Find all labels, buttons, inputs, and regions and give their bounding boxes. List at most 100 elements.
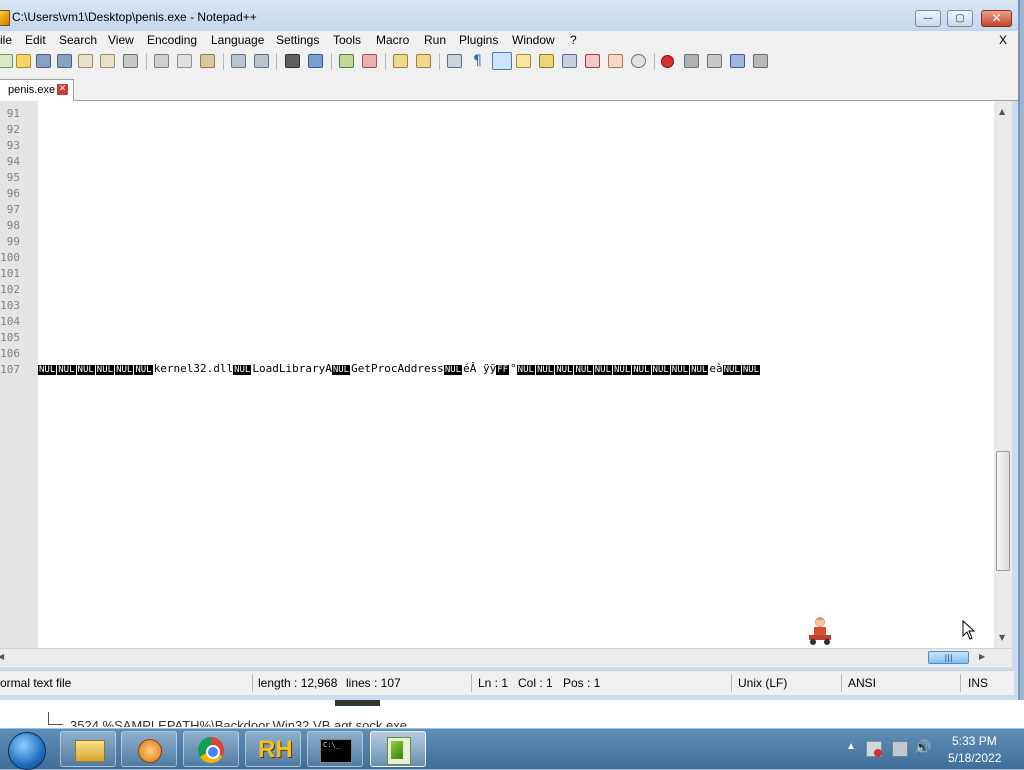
redo-icon[interactable]	[254, 54, 269, 68]
menu-macro[interactable]: Macro	[376, 33, 409, 47]
function-list-icon[interactable]	[539, 54, 554, 68]
status-pos: Pos : 1	[563, 676, 601, 690]
vertical-scrollbar[interactable]: ▲ ▼	[994, 101, 1012, 648]
menu-window[interactable]: Window	[512, 33, 555, 47]
eye-icon[interactable]	[631, 54, 646, 68]
volume-icon[interactable]: 🔊	[914, 739, 931, 756]
text-editor[interactable]: NUL NUL NUL NUL NUL NUL kernel32.dllNUL LoadLib…	[38, 101, 994, 648]
line-number: 93	[6, 139, 20, 152]
menu-settings[interactable]: Settings	[276, 33, 319, 47]
doc-map-icon[interactable]	[516, 54, 531, 68]
menu-view[interactable]: View	[108, 33, 134, 47]
text-token: LoadLibraryA	[252, 362, 332, 375]
scroll-left-arrow-icon[interactable]: ◀	[0, 652, 4, 661]
show-hidden-icons-icon[interactable]: ▲	[846, 741, 856, 752]
status-eol[interactable]: Unix (LF)	[738, 676, 787, 690]
line-number-gutter: 91 92 93 94 95 96 97 98 99 100 101 102 103 104 105 106 1…	[0, 101, 38, 648]
cmd-taskbar-button[interactable]: C:\_	[307, 731, 363, 767]
menu-run[interactable]: Run	[424, 33, 446, 47]
menu-search[interactable]: Search	[59, 33, 97, 47]
clock-time[interactable]: 5:33 PM	[952, 734, 997, 748]
media-player-icon	[138, 739, 162, 763]
menu-plugins[interactable]: Plugins	[459, 33, 498, 47]
horizontal-scroll-thumb[interactable]: |||	[928, 651, 969, 664]
save-all-icon[interactable]	[57, 54, 72, 68]
network-icon[interactable]	[892, 741, 908, 757]
cmd-icon-label: C:\_	[323, 741, 340, 749]
menu-language[interactable]: Language	[211, 33, 264, 47]
new-file-icon[interactable]	[0, 54, 13, 68]
title-bar[interactable]: C:\Users\vm1\Desktop\penis.exe - Notepad…	[0, 0, 1018, 33]
copy-icon[interactable]	[177, 54, 192, 68]
reshacker-icon: RH	[258, 736, 293, 763]
line-number: 106	[0, 347, 20, 360]
scroll-down-arrow-icon[interactable]: ▼	[999, 633, 1005, 642]
menu-encoding[interactable]: Encoding	[147, 33, 197, 47]
status-separator	[960, 674, 961, 692]
vertical-scroll-thumb[interactable]	[996, 451, 1010, 571]
folder-icon[interactable]	[608, 54, 623, 68]
record-macro-icon[interactable]	[661, 55, 674, 68]
cut-icon[interactable]	[154, 54, 169, 68]
line-number: 107	[0, 363, 20, 376]
media-player-taskbar-button[interactable]	[121, 731, 177, 767]
control-char-token: NUL	[613, 365, 632, 375]
paste-icon[interactable]	[200, 54, 215, 68]
status-lines: lines : 107	[346, 676, 401, 690]
find-icon[interactable]	[285, 54, 300, 68]
print-icon[interactable]	[123, 54, 138, 68]
tab-close-icon[interactable]: ✕	[57, 84, 68, 95]
maximize-button[interactable]: ▢	[947, 10, 973, 27]
control-char-token: NUL	[57, 365, 76, 375]
zoom-in-icon[interactable]	[339, 54, 354, 68]
explorer-taskbar-button[interactable]	[60, 731, 116, 767]
menu-edit[interactable]: Edit	[25, 33, 46, 47]
run-macro-multiple-icon[interactable]	[730, 54, 745, 68]
cmd-icon: C:\_	[320, 739, 352, 763]
show-all-chars-icon[interactable]: ¶	[470, 54, 485, 68]
toolbar-separator	[223, 53, 224, 70]
tab-penis-exe[interactable]: penis.exe ✕	[0, 79, 74, 101]
toolbar-separator	[654, 53, 655, 70]
desktop-pet-sprite[interactable]	[806, 616, 834, 646]
toolbar-separator	[331, 53, 332, 70]
menu-help[interactable]: ?	[570, 33, 577, 47]
clock-date[interactable]: 5/18/2022	[948, 751, 1001, 765]
toolbar: ¶	[0, 49, 1018, 75]
start-button-icon[interactable]	[8, 732, 46, 770]
scroll-up-arrow-icon[interactable]: ▲	[999, 107, 1005, 116]
sync-horizontal-icon[interactable]	[416, 54, 431, 68]
word-wrap-icon[interactable]	[447, 54, 462, 68]
scroll-right-arrow-icon[interactable]: ▶	[979, 652, 985, 661]
notepadpp-icon-leaf	[391, 741, 403, 759]
doc-list-icon[interactable]	[585, 54, 600, 68]
text-token: °	[510, 362, 517, 375]
indent-guide-icon[interactable]	[492, 52, 512, 70]
reshacker-taskbar-button[interactable]: RH	[245, 731, 301, 767]
save-macro-icon[interactable]	[753, 54, 768, 68]
open-file-icon[interactable]	[16, 54, 31, 68]
undo-icon[interactable]	[231, 54, 246, 68]
zoom-out-icon[interactable]	[362, 54, 377, 68]
replace-icon[interactable]	[308, 54, 323, 68]
minimize-button[interactable]: —	[915, 10, 941, 27]
chrome-taskbar-button[interactable]	[183, 731, 239, 767]
close-button[interactable]: ✕	[981, 10, 1012, 27]
stop-record-icon[interactable]	[684, 54, 699, 68]
menu-file[interactable]: ile	[0, 33, 12, 47]
sync-vertical-icon[interactable]	[393, 54, 408, 68]
line-number: 92	[6, 123, 20, 136]
close-all-icon[interactable]	[100, 54, 115, 68]
play-macro-icon[interactable]	[707, 54, 722, 68]
save-icon[interactable]	[36, 54, 51, 68]
line-number: 95	[6, 171, 20, 184]
close-icon[interactable]	[78, 54, 93, 68]
notepadpp-taskbar-button[interactable]	[370, 731, 426, 767]
folder-workspace-icon[interactable]	[562, 54, 577, 68]
menu-close-document[interactable]: X	[999, 33, 1007, 47]
toolbar-separator	[146, 53, 147, 70]
line-number: 102	[0, 283, 20, 296]
menu-tools[interactable]: Tools	[333, 33, 361, 47]
line-numbers: 91 92 93 94 95 96 97 98 99 100 101 102 103 104 105 106 1…	[0, 106, 20, 378]
horizontal-scrollbar[interactable]: ◀ ||| ▶	[0, 648, 1012, 667]
